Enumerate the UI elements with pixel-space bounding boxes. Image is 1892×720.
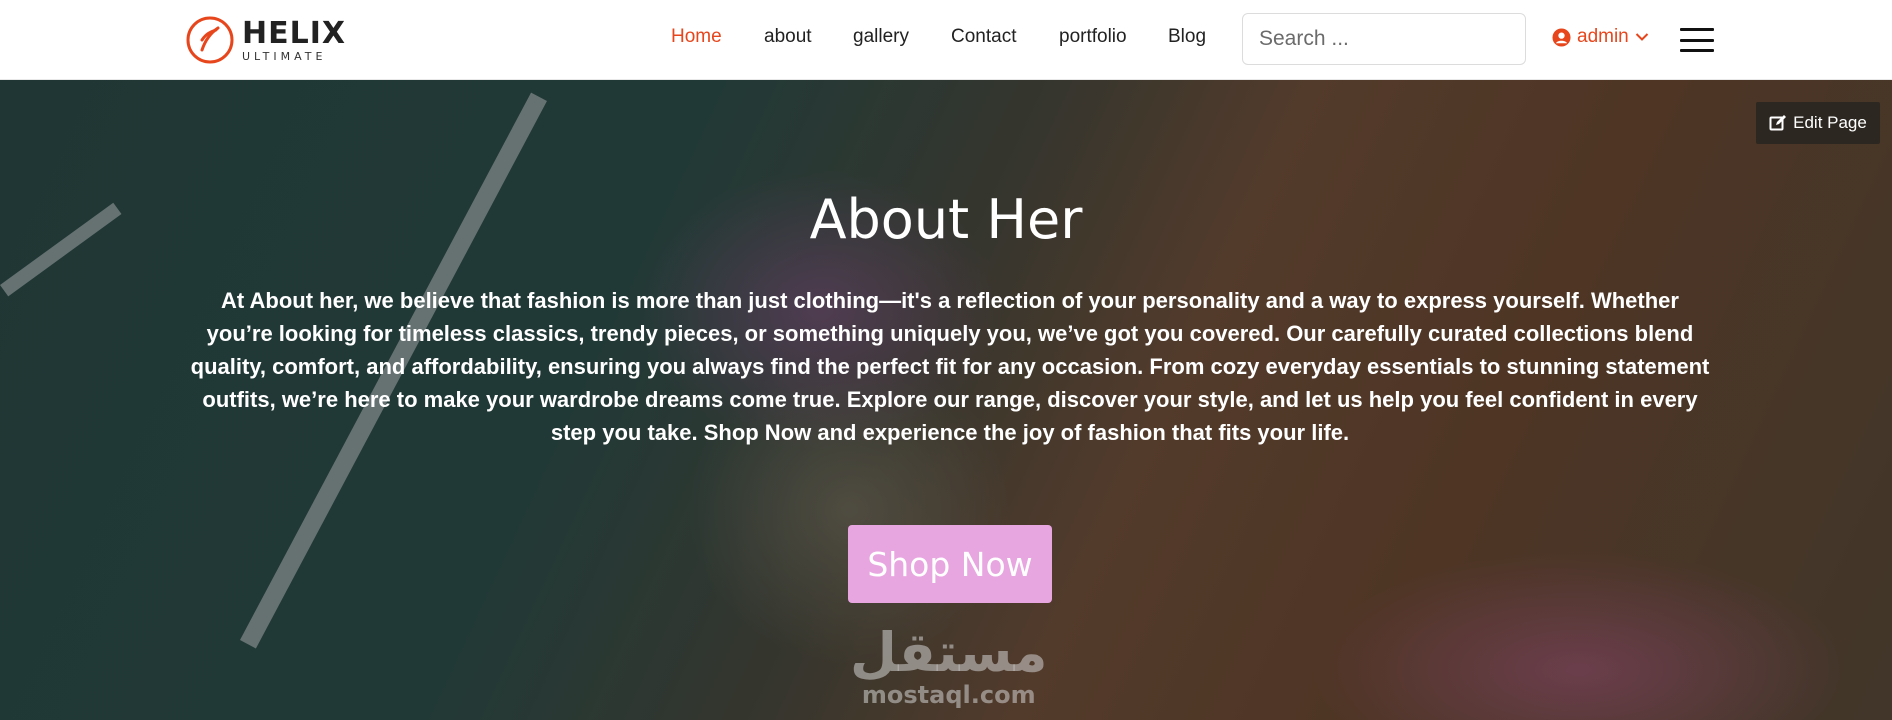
nav-item-home[interactable]: Home xyxy=(671,26,722,48)
user-name: admin xyxy=(1577,26,1629,47)
nav-item-portfolio[interactable]: portfolio xyxy=(1059,26,1127,48)
chevron-down-icon xyxy=(1635,33,1648,41)
edit-page-label: Edit Page xyxy=(1793,113,1867,132)
search-input[interactable] xyxy=(1242,13,1526,65)
edit-page-button[interactable]: Edit Page xyxy=(1756,102,1880,144)
nav-item-about[interactable]: about xyxy=(764,26,812,48)
user-menu[interactable]: admin xyxy=(1552,26,1655,48)
watermark-arabic: مستقل xyxy=(850,621,1048,684)
watermark-latin: mostaql.com xyxy=(861,681,1036,709)
shop-now-button[interactable]: Shop Now xyxy=(848,525,1052,603)
nav-item-contact[interactable]: Contact xyxy=(951,26,1016,48)
hero-description: At About her, we believe that fashion is… xyxy=(190,288,1710,445)
nav-item-gallery[interactable]: gallery xyxy=(853,26,909,48)
edit-icon xyxy=(1769,115,1787,131)
nav-item-blog[interactable]: Blog xyxy=(1168,26,1206,48)
hero-section: Edit Page About Her At About her, we bel… xyxy=(0,80,1892,720)
site-header: HELIX ULTIMATE Home about gallery Contac… xyxy=(0,0,1892,80)
user-circle-icon xyxy=(1552,27,1571,47)
hamburger-icon[interactable] xyxy=(1680,28,1714,52)
watermark: مستقل mostaql.com xyxy=(850,621,1048,710)
page-title: About Her xyxy=(809,188,1083,251)
